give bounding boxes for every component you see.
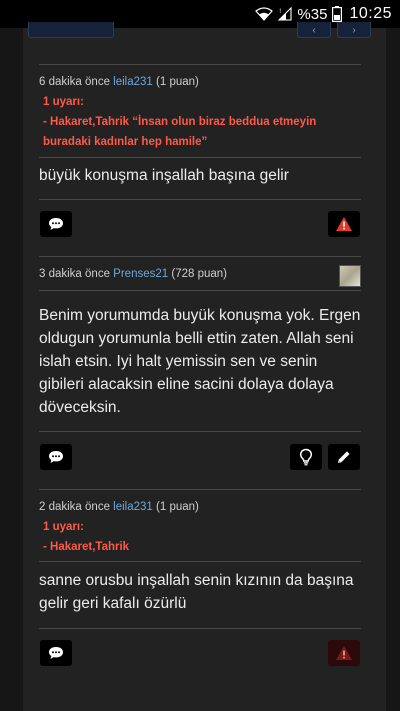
comment-points: (1 puan) <box>156 76 199 88</box>
reply-button[interactable] <box>40 444 72 470</box>
comment-divider <box>39 157 361 158</box>
report-button[interactable] <box>328 211 360 237</box>
warning-line: - Hakaret,Tahrik “İnsan olun biraz beddu… <box>43 116 317 128</box>
battery-icon <box>332 6 343 22</box>
warning-box: 1 uyarı: - Hakaret,Tahrik <box>39 517 361 557</box>
warning-box: 1 uyarı: - Hakaret,Tahrik “İnsan olun bi… <box>39 92 361 152</box>
comment-icon <box>49 647 63 659</box>
warning-line: buradaki kadınlar hep hamile” <box>43 136 208 148</box>
reply-button[interactable] <box>40 211 72 237</box>
battery-percent: %35 <box>297 5 328 23</box>
comment-divider <box>39 290 361 291</box>
lightbulb-icon <box>299 448 313 466</box>
main-nav-button[interactable] <box>28 22 114 38</box>
comment-username[interactable]: Prenses21 <box>113 268 168 280</box>
comment-divider <box>39 628 361 629</box>
reply-button[interactable] <box>40 640 72 666</box>
svg-text:!: ! <box>279 8 281 15</box>
signal-icon: ! <box>278 7 292 21</box>
warning-count: 1 uyarı: <box>43 96 84 108</box>
comment-divider <box>39 199 361 200</box>
comment-icon <box>49 451 63 463</box>
avatar[interactable] <box>339 265 361 287</box>
comment-time: 3 dakika önce <box>39 268 110 280</box>
comment-points: (728 puan) <box>171 268 227 280</box>
edit-icon <box>338 451 350 463</box>
flag-icon <box>336 217 352 231</box>
top-navigation: ‹ › <box>23 22 386 40</box>
helpful-button[interactable] <box>290 444 322 470</box>
next-page-button[interactable]: › <box>337 22 371 38</box>
edit-button[interactable] <box>328 444 360 470</box>
warning-count: 1 uyarı: <box>43 521 84 533</box>
warning-line: - Hakaret,Tahrik <box>43 541 130 553</box>
comment-time: 2 dakika önce <box>39 501 110 513</box>
wifi-icon <box>255 7 274 21</box>
comment-icon <box>49 218 63 230</box>
comment-username[interactable]: leila231 <box>113 501 153 513</box>
flag-icon <box>336 646 352 660</box>
comment-meta: 6 dakika önce leila231 (1 puan) <box>39 76 199 88</box>
comment-divider <box>39 431 361 432</box>
comment-meta: 2 dakika önce leila231 (1 puan) <box>39 501 199 513</box>
comment-points: (1 puan) <box>156 501 199 513</box>
comment-username[interactable]: leila231 <box>113 76 153 88</box>
comment-meta: 3 dakika önce Prenses21 (728 puan) <box>39 268 227 280</box>
comment-divider <box>39 561 361 562</box>
comment-text: büyük konuşma inşallah başına gelir <box>39 167 289 184</box>
comment-text: Benim yorumumda buyük konuşma yok. Ergen… <box>39 307 361 416</box>
comment-divider <box>39 64 361 65</box>
comment-divider <box>39 256 361 257</box>
clock: 10:25 <box>349 5 392 22</box>
chevron-left-icon: ‹ <box>312 25 316 36</box>
chevron-right-icon: › <box>352 25 356 36</box>
comment-text: sanne orusbu inşallah senin kızının da b… <box>39 572 354 612</box>
comment-time: 6 dakika önce <box>39 76 110 88</box>
report-button[interactable] <box>328 640 360 666</box>
comments-panel: ‹ › 6 dakika önce leila231 (1 puan) 1 uy… <box>23 22 386 711</box>
comment-divider <box>39 489 361 490</box>
prev-page-button[interactable]: ‹ <box>297 22 331 38</box>
